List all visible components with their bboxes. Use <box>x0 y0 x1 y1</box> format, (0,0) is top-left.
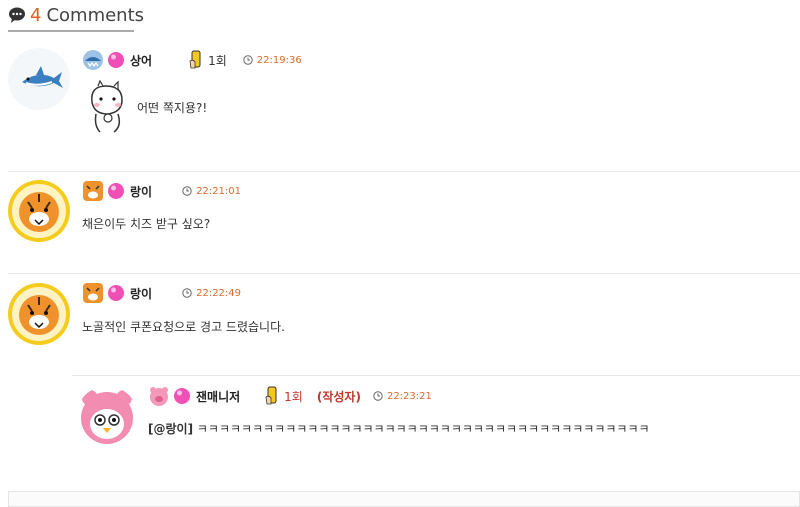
speech-bubble-icon <box>9 7 25 23</box>
time-text: 22:19:36 <box>256 54 302 66</box>
pink-gem-icon <box>108 183 124 199</box>
comment-2-text: 채은이두 치즈 받구 싶오? <box>82 217 211 231</box>
clock-icon <box>373 391 383 401</box>
mention-link[interactable]: [@랑이] <box>148 422 193 436</box>
pink-gem-icon <box>108 52 124 68</box>
clock-icon <box>182 186 192 196</box>
pink-bear-icon <box>81 390 133 444</box>
reply-divider <box>72 375 800 376</box>
shark-icon <box>22 66 63 88</box>
comment-2-meta: 랑이 22:21:01 <box>82 179 241 203</box>
cheese-coupon-icon <box>189 50 201 69</box>
nickname[interactable]: 랑이 <box>130 183 152 200</box>
nickname[interactable]: 상어 <box>130 52 152 69</box>
nickname[interactable]: 잰매니저 <box>196 388 240 405</box>
comment-divider <box>8 171 800 172</box>
time-text: 22:23:21 <box>386 390 432 402</box>
pink-gem-icon <box>174 388 190 404</box>
comment-3-text: 노골적인 쿠폰요청으로 경고 드렸습니다. <box>82 320 285 334</box>
tiger-icon <box>12 184 66 238</box>
nickname[interactable]: 랑이 <box>130 285 152 302</box>
tiger-level-icon <box>83 283 103 303</box>
comment-4-meta: 잰매니저 1회 (작성자) 22:23:21 <box>148 384 432 408</box>
emoticon-sticker <box>91 80 123 133</box>
comments-title: Comments <box>46 4 145 26</box>
clock-icon <box>243 55 253 65</box>
time-text: 22:21:01 <box>196 185 242 197</box>
comment-divider <box>8 273 800 274</box>
comments-header: 4 Comments <box>8 0 144 30</box>
comment-input-box[interactable] <box>8 491 800 507</box>
cheese-coupon-icon <box>265 386 277 405</box>
badge-count: 1회 <box>284 389 303 404</box>
clock-icon <box>182 288 192 298</box>
pink-gem-icon <box>108 285 124 301</box>
tiger-level-icon <box>83 181 103 201</box>
cheese-badge: 1회 <box>264 386 303 406</box>
comment-4-text: [@랑이] ㅋㅋㅋㅋㅋㅋㅋㅋㅋㅋㅋㅋㅋㅋㅋㅋㅋㅋㅋㅋㅋㅋㅋㅋㅋㅋㅋㅋㅋㅋㅋㅋㅋㅋ… <box>148 420 650 437</box>
timestamp: 22:23:21 <box>373 391 432 402</box>
avatar-tiger[interactable] <box>8 283 70 345</box>
header-underline <box>8 30 134 32</box>
time-text: 22:22:49 <box>196 287 242 299</box>
comment-1-text: 어떤 쪽지용?! <box>137 101 208 115</box>
badge-count: 1회 <box>208 53 227 68</box>
avatar-shark[interactable] <box>8 48 70 110</box>
timestamp: 22:21:01 <box>182 186 241 197</box>
author-tag: (작성자) <box>316 389 361 404</box>
comment-1-meta: 상어 1회 22:19:36 <box>82 48 302 72</box>
comment-count: 4 <box>30 4 42 26</box>
avatar-pink-bear[interactable] <box>76 386 138 448</box>
timestamp: 22:19:36 <box>243 55 302 66</box>
avatar-tiger[interactable] <box>8 180 70 242</box>
reply-text: ㅋㅋㅋㅋㅋㅋㅋㅋㅋㅋㅋㅋㅋㅋㅋㅋㅋㅋㅋㅋㅋㅋㅋㅋㅋㅋㅋㅋㅋㅋㅋㅋㅋㅋㅋㅋㅋㅋㅋㅋ… <box>196 422 650 436</box>
shark-level-icon <box>83 50 103 70</box>
timestamp: 22:22:49 <box>182 288 241 299</box>
tiger-icon <box>12 287 66 341</box>
cheese-badge: 1회 <box>188 50 227 70</box>
pig-level-icon <box>150 387 168 406</box>
comment-3-meta: 랑이 22:22:49 <box>82 281 241 305</box>
